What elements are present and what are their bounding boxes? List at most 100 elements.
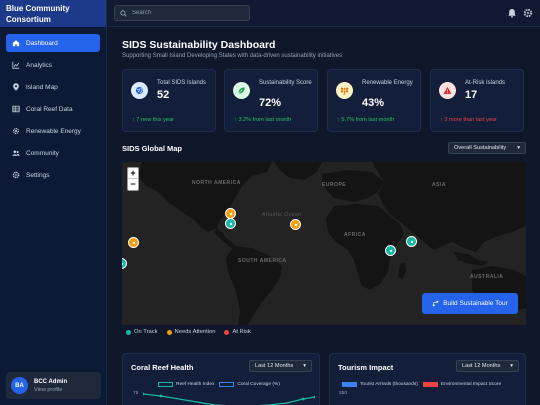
sidebar-item-coral-reef-data[interactable]: Coral Reef Data [6, 100, 100, 118]
chart-line-icon [12, 61, 20, 69]
map-legend: On Track Needs Attention At Risk [126, 329, 260, 335]
legend-label: Needs Attention [174, 329, 216, 335]
stat-label: Renewable Energy [362, 80, 413, 86]
search-input[interactable] [132, 10, 242, 16]
map-marker-caribbean-on-track[interactable] [225, 218, 236, 229]
bell-icon[interactable] [507, 8, 517, 18]
sidebar-item-label: Island Map [26, 83, 58, 91]
gear-icon [12, 127, 20, 135]
tourism-period-value: Last 12 Months [462, 363, 501, 369]
chevron-down-icon: ▾ [303, 363, 306, 369]
map-label-south-america: SOUTH AMERICA [238, 258, 287, 264]
sidebar-item-settings[interactable]: Settings [6, 166, 100, 184]
map-marker-pacific-needs-attention[interactable] [128, 237, 139, 248]
y-tick-label: 75 [133, 391, 139, 396]
sidebar-item-renewable-energy[interactable]: Renewable Energy [6, 122, 100, 140]
stat-card-sustainability-score: Sustainability Score 72% ↑ 3.2% from las… [224, 69, 318, 132]
sidebar-item-analytics[interactable]: Analytics [6, 56, 100, 74]
sidebar-item-island-map[interactable]: Island Map [6, 78, 100, 96]
map-label-atlantic: Atlantic Ocean [262, 212, 302, 218]
stat-label: Sustainability Score [259, 80, 312, 86]
sidebar-item-dashboard[interactable]: Dashboard [6, 34, 100, 52]
map-label-australia: AUSTRALIA [470, 274, 504, 280]
stat-value: 43% [362, 97, 385, 109]
legend-label: Coral Coverage (%) [237, 382, 280, 387]
stat-card-total-islands: Total SIDS Islands 52 ↑ 7 new this year [122, 69, 216, 132]
pin-icon [132, 241, 135, 244]
stat-value: 52 [157, 89, 170, 101]
legend-item-at-risk: At Risk [224, 329, 251, 335]
legend-item-on-track: On Track [126, 329, 158, 335]
stat-value: 17 [465, 89, 478, 101]
coral-coverage-swatch [219, 382, 235, 387]
settings-icon[interactable] [523, 8, 533, 18]
pin-icon [229, 222, 232, 225]
y-tick-label: 250 [339, 391, 348, 396]
coral-reef-health-panel: Coral Reef Health Last 12 Months ▾ Reef … [122, 353, 320, 405]
build-sustainable-tour-button[interactable]: Build Sustainable Tour [422, 293, 518, 314]
route-icon [432, 300, 439, 307]
sidebar-item-community[interactable]: Community [6, 144, 100, 162]
pin-icon [229, 212, 232, 215]
map-marker-indian-ocean-on-track[interactable] [406, 236, 417, 247]
coral-panel-title: Coral Reef Health [131, 363, 194, 372]
avatar: BA [11, 377, 28, 394]
legend-label: Environmental Impact Score [440, 382, 502, 387]
tourism-impact-panel: Tourism Impact Last 12 Months ▾ Tourist … [329, 353, 526, 405]
legend-label: Reef Health Index [176, 382, 215, 387]
table-icon [12, 105, 20, 113]
brand-title[interactable]: Blue Community Consortium [0, 0, 106, 27]
search-box[interactable] [114, 5, 250, 21]
stat-card-at-risk-islands: At-Risk Islands 17 ↑ 2 more than last ye… [430, 69, 524, 132]
topbar [108, 0, 540, 27]
on-track-dot [126, 329, 131, 335]
zoom-out-button[interactable]: − [128, 179, 138, 190]
chevron-down-icon: ▾ [510, 363, 513, 369]
users-icon [12, 150, 20, 156]
needs-attention-dot [166, 329, 172, 335]
sidebar-item-label: Analytics [26, 61, 53, 69]
leaf-icon [233, 82, 250, 99]
user-profile-card[interactable]: BA BCC Admin View profile [6, 372, 101, 399]
legend-label: At Risk [232, 329, 251, 335]
map-marker-maldives-on-track[interactable] [385, 245, 396, 256]
sids-global-map[interactable]: NORTH AMERICA Atlantic Ocean EUROPE ASIA… [122, 162, 526, 325]
map-label-africa: AFRICA [344, 232, 366, 238]
stat-value: 72% [259, 97, 282, 109]
main-content: SIDS Sustainability Dashboard Supporting… [108, 27, 540, 405]
sidebar-item-label: Dashboard [26, 39, 58, 47]
chevron-down-icon: ▾ [517, 145, 520, 151]
search-icon [120, 9, 127, 17]
map-label-north-america: NORTH AMERICA [192, 180, 241, 186]
map-filter-value: Overall Sustainability [454, 145, 507, 151]
environmental-impact-swatch [422, 382, 438, 387]
solar-panel-icon [336, 82, 353, 99]
reef-health-swatch [158, 382, 173, 387]
stat-trend: ↑ 3.2% from last month [234, 117, 292, 123]
pin-icon [294, 223, 297, 226]
legend-item-needs-attention: Needs Attention [166, 329, 216, 335]
tourism-chart-legend: Tourist Arrivals (thousands) Environment… [342, 382, 501, 387]
build-tour-label: Build Sustainable Tour [443, 300, 508, 307]
map-pin-icon [13, 83, 19, 91]
legend-label: Tourist Arrivals (thousands) [360, 382, 418, 387]
map-zoom-control: + − [127, 167, 139, 191]
sidebar: Blue Community Consortium Dashboard Anal… [0, 0, 107, 405]
map-filter-select[interactable]: Overall Sustainability ▾ [448, 142, 526, 154]
stat-trend: ↑ 5.7% from last month [337, 117, 395, 123]
tourism-panel-title: Tourism Impact [338, 363, 394, 372]
sidebar-item-label: Settings [26, 171, 50, 179]
tourism-period-select[interactable]: Last 12 Months ▾ [456, 360, 519, 372]
globe-icon [131, 82, 148, 99]
sidebar-item-label: Coral Reef Data [26, 105, 73, 113]
page-title: SIDS Sustainability Dashboard [122, 39, 276, 51]
view-profile-link[interactable]: View profile [34, 387, 67, 393]
map-marker-atlantic-needs-attention[interactable] [290, 219, 301, 230]
user-name: BCC Admin [34, 378, 68, 385]
map-label-europe: EUROPE [322, 182, 347, 188]
zoom-in-button[interactable]: + [128, 168, 138, 179]
coral-period-select[interactable]: Last 12 Months ▾ [249, 360, 312, 372]
stat-card-renewable-energy: Renewable Energy 43% ↑ 5.7% from last mo… [327, 69, 421, 132]
stat-trend: ↑ 2 more than last year [440, 117, 497, 123]
pin-icon [410, 240, 413, 243]
